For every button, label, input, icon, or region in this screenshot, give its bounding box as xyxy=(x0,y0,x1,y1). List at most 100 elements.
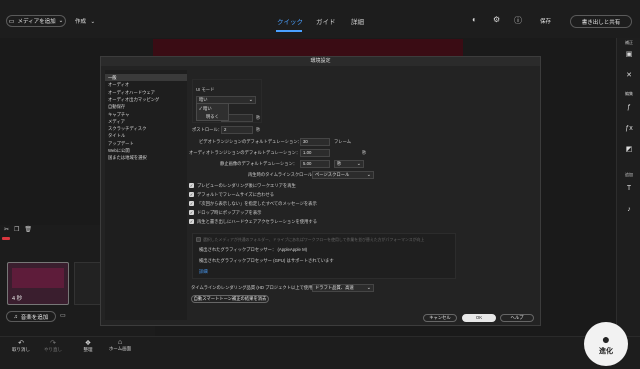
redo-button[interactable]: ↷ やり直し xyxy=(40,339,66,353)
add-music-label: 音楽を追加 xyxy=(20,314,49,321)
music-note-icon: ♫ xyxy=(13,313,18,320)
disabled-option-label: 選択したメディアが共通のフォルダー、ドライブにあればワークフローを使用して作業を… xyxy=(203,237,425,242)
tab-guided[interactable]: ガイド xyxy=(316,16,336,26)
playhead-marker[interactable] xyxy=(2,237,10,240)
checkbox-scale-to-frame-label: デフォルトでフレームサイズに合わせる xyxy=(197,192,275,197)
effects-icon[interactable]: ƒx xyxy=(623,125,635,132)
ui-mode-option-dark[interactable]: ✓ 暗い xyxy=(199,106,212,112)
ui-mode-label: UI モード xyxy=(196,87,215,92)
checkbox-play-work-area[interactable]: ✓ xyxy=(189,183,194,188)
category-general[interactable]: 一般 xyxy=(105,74,187,82)
delete-icon[interactable]: 🗑 xyxy=(24,227,37,233)
clip-duration: 4 秒 xyxy=(12,296,23,302)
details-link[interactable]: 詳細 xyxy=(199,269,208,275)
audio-transition-field[interactable]: 1.00 xyxy=(300,149,330,157)
organize-button[interactable]: ❖ 整理 xyxy=(76,339,100,353)
gpu-detected-value: (AppleApple M) xyxy=(277,247,308,252)
home-button[interactable]: ⌂ ホーム画面 xyxy=(102,339,138,352)
folder-icon[interactable]: ▭ xyxy=(60,312,66,319)
timeline-scroll-label: 再生時のタイムラインスクロール： xyxy=(248,172,317,177)
timeline-scroll-dropdown[interactable]: ページスクロール ⌄ xyxy=(312,171,374,179)
edit-label: 編集 xyxy=(625,91,633,96)
tab-quick[interactable]: クイック xyxy=(277,16,303,26)
category-media[interactable]: メディア xyxy=(105,118,187,125)
fx-icon[interactable]: ƒ xyxy=(623,104,635,111)
adjust-icon[interactable]: ▣ xyxy=(623,50,635,58)
checkbox-show-messages-label: 「次回から表示しない」を指定したすべてのメッセージを表示 xyxy=(197,201,317,206)
post-roll-field[interactable]: 2 xyxy=(221,126,253,134)
gear-icon[interactable]: ⚙ xyxy=(493,15,500,24)
ok-button[interactable]: OK xyxy=(462,314,496,322)
render-quality-label: タイムラインのレンダリング品質 (HD プロジェクト以上で使用)： xyxy=(191,285,319,290)
chevron-down-icon: ⌄ xyxy=(356,161,361,167)
checkbox-drop-popup-label: ドロップ時にポップアップを表示 xyxy=(197,210,262,215)
dialog-title: 環境設定 xyxy=(101,57,540,66)
save-button[interactable]: 保存 xyxy=(540,17,551,25)
video-transition-label: ビデオトランジションのデフォルトデュレーション： xyxy=(199,139,302,144)
category-web-publish[interactable]: Webに公開 xyxy=(105,147,187,154)
render-quality-dropdown[interactable]: ドラフト品質、高速 ⌄ xyxy=(312,284,374,292)
pre-roll-unit: 秒 xyxy=(256,115,261,120)
create-menu[interactable]: 作成 ⌄ xyxy=(75,17,95,25)
contrast-icon[interactable]: ◐ xyxy=(472,15,477,24)
color-icon[interactable]: ◩ xyxy=(623,145,635,153)
still-image-unit-dropdown[interactable]: 秒 ⌄ xyxy=(334,160,364,168)
redo-icon: ↷ xyxy=(50,340,56,347)
category-audio-hardware[interactable]: オーディオハードウェア xyxy=(105,89,187,96)
add-media-button[interactable]: ▭ メディアを追加 ⌄ xyxy=(6,15,66,27)
checkmark-icon: ✓ xyxy=(199,106,202,111)
checkbox-disabled-option[interactable] xyxy=(196,237,201,242)
add-music-button[interactable]: ♫ 音楽を追加 xyxy=(6,311,56,322)
category-country-region[interactable]: 国または地域を選択 xyxy=(105,154,187,161)
cancel-button[interactable]: キャンセル xyxy=(423,314,457,322)
redo-label: やり直し xyxy=(44,347,62,352)
category-capture[interactable]: キャプチャ xyxy=(105,111,187,118)
add-media-label: メディアを追加 xyxy=(17,19,56,25)
preferences-dialog: 環境設定 一般 オーディオ オーディオハードウェア オーディオ出力マッピング 自… xyxy=(100,56,541,326)
copy-icon[interactable]: ❐ xyxy=(14,227,24,233)
undo-button[interactable]: ↶ 取り消し xyxy=(8,339,34,353)
audio-transition-label: オーディオトランジションのデフォルトデュレーション： xyxy=(189,150,301,155)
split-icon[interactable]: ✂ xyxy=(4,227,14,233)
reset-smart-tone-button[interactable]: 自動スマートトーン補正の結果を消去 xyxy=(191,295,269,303)
category-list: 一般 オーディオ オーディオハードウェア オーディオ出力マッピング 自動保存 キ… xyxy=(105,70,187,320)
category-audio[interactable]: オーディオ xyxy=(105,81,187,88)
watermark-text: 進化 xyxy=(599,348,613,355)
clip-thumbnail xyxy=(12,268,64,288)
category-scratch-disks[interactable]: スクラッチディスク xyxy=(105,125,187,132)
checkbox-show-messages[interactable]: ✓ xyxy=(189,201,194,206)
info-icon[interactable]: ⓘ xyxy=(514,15,522,26)
post-roll-unit: 秒 xyxy=(256,127,261,132)
ui-mode-option-light[interactable]: 明るく xyxy=(206,114,219,120)
help-button[interactable]: ヘルプ xyxy=(500,314,534,322)
tools-icon[interactable]: ✕ xyxy=(623,71,635,79)
checkbox-hardware-acceleration-label: 再生と書き出しにハードウェアアクセラレーションを使用する xyxy=(197,219,318,224)
music-icon[interactable]: ♪ xyxy=(623,206,635,213)
top-toolbar: ▭ メディアを追加 ⌄ 作成 ⌄ クイック ガイド 詳細 ◐ ⚙ ⓘ 保存 書き… xyxy=(0,0,640,38)
video-clip[interactable]: 4 秒 xyxy=(7,262,69,305)
timeline-scroll-value: ページスクロール xyxy=(315,172,350,177)
timeline-tools: ✂❐🗑 xyxy=(4,226,37,233)
video-transition-field[interactable]: 30 xyxy=(300,138,330,146)
chevron-down-icon: ⌄ xyxy=(58,18,64,24)
create-label: 作成 xyxy=(75,19,87,25)
gpu-detected-label: 検出されたグラフィックプロセッサー： (AppleApple M) xyxy=(199,247,307,253)
bottom-bar: ↶ 取り消し ↷ やり直し ❖ 整理 ⌂ ホーム画面 xyxy=(0,336,640,369)
category-auto-save[interactable]: 自動保存 xyxy=(105,103,187,110)
add-label: 追加 xyxy=(625,172,633,177)
checkbox-scale-to-frame[interactable]: ✓ xyxy=(189,192,194,197)
still-image-field[interactable]: 5.00 xyxy=(300,160,330,168)
category-updates[interactable]: アップデート xyxy=(105,140,187,147)
category-titles[interactable]: タイトル xyxy=(105,132,187,139)
export-share-button[interactable]: 書き出しと共有 xyxy=(570,15,632,28)
category-audio-output-mapping[interactable]: オーディオ出力マッピング xyxy=(105,96,187,103)
tab-expert[interactable]: 詳細 xyxy=(351,16,364,26)
checkbox-play-work-area-label: プレビューのレンダリング後にワークエリアを再生 xyxy=(197,183,296,188)
folder-icon: ▭ xyxy=(8,18,15,25)
checkbox-hardware-acceleration[interactable]: ✓ xyxy=(189,219,194,224)
checkbox-drop-popup[interactable]: ✓ xyxy=(189,210,194,215)
still-image-label: 静止画像のデフォルトデュレーション： xyxy=(220,161,298,166)
title-icon[interactable]: T xyxy=(623,185,635,192)
active-tab-indicator xyxy=(276,30,302,32)
chevron-down-icon: ⌄ xyxy=(366,285,371,291)
